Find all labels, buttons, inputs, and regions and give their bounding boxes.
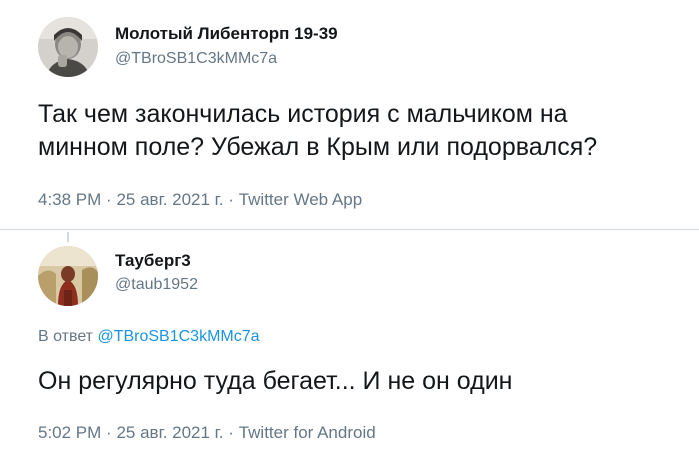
tweet-text: Так чем закончилась история с мальчиком … [38, 98, 597, 164]
user-handle[interactable]: @TBroSB1C3kMMc7a [115, 50, 277, 68]
tweet-original[interactable]: Молотый Либенторп 19-39 @TBroSB1C3kMMc7a… [0, 0, 699, 230]
tweet-meta: 4:38 PM · 25 авг. 2021 г. · Twitter Web … [38, 190, 362, 210]
meta-separator: · [228, 423, 234, 442]
tweet-meta: 5:02 PM · 25 авг. 2021 г. · Twitter for … [38, 423, 376, 443]
avatar-photo-icon [38, 17, 98, 77]
avatar-photo-icon [38, 246, 98, 306]
user-handle[interactable]: @taub1952 [115, 276, 198, 294]
tweet-time[interactable]: 4:38 PM [38, 190, 101, 209]
divider [0, 229, 699, 230]
display-name[interactable]: Тауберг3 [115, 251, 191, 271]
avatar[interactable] [38, 246, 98, 306]
tweet-text-line: Он регулярно туда бегает... И не он один [38, 367, 513, 395]
tweet-text-line: Так чем закончилась история с мальчиком … [38, 100, 568, 128]
display-name[interactable]: Молотый Либенторп 19-39 [115, 24, 338, 44]
tweet-text: Он регулярно туда бегает... И не он один [38, 365, 513, 398]
avatar[interactable] [38, 17, 98, 77]
tweet-time[interactable]: 5:02 PM [38, 423, 101, 442]
meta-separator: · [106, 423, 112, 442]
reply-mention-link[interactable]: @TBroSB1C3kMMc7a [97, 328, 259, 345]
tweet-text-line: минном поле? Убежал в Крым или подорвалс… [38, 133, 598, 161]
tweet-source[interactable]: Twitter Web App [239, 190, 362, 209]
tweet-date[interactable]: 25 авг. 2021 г. [116, 190, 223, 209]
tweet-source[interactable]: Twitter for Android [239, 423, 376, 442]
reply-context: В ответ @TBroSB1C3kMMc7a [38, 328, 260, 346]
reply-prefix: В ответ [38, 328, 94, 345]
tweet-date[interactable]: 25 авг. 2021 г. [116, 423, 223, 442]
tweet-reply[interactable]: Тауберг3 @taub1952 В ответ @TBroSB1C3kMM… [0, 231, 699, 461]
meta-separator: · [228, 190, 234, 209]
meta-separator: · [106, 190, 112, 209]
